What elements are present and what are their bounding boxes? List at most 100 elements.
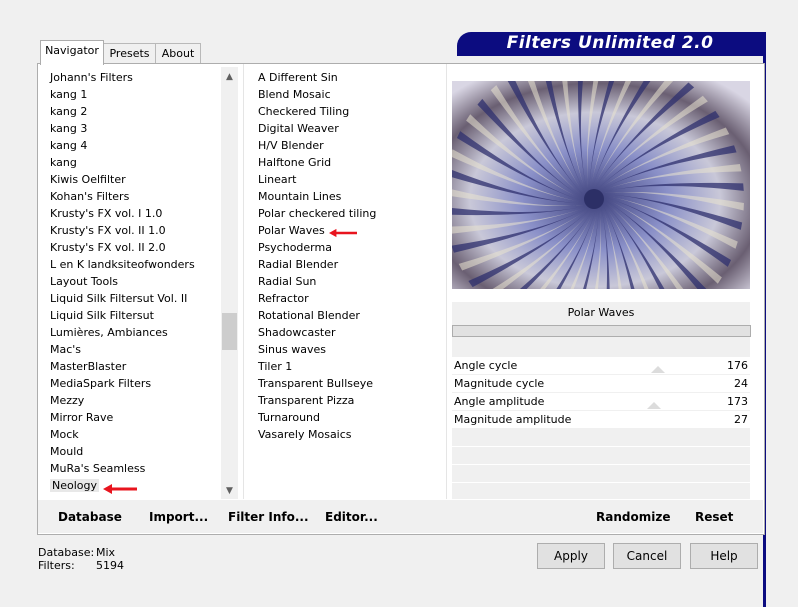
tab-presets[interactable]: Presets	[103, 43, 156, 64]
polar-waves-preview	[452, 81, 750, 289]
category-item[interactable]: kang 4	[50, 137, 220, 154]
category-item[interactable]: Mac's	[50, 341, 220, 358]
category-item[interactable]: Krusty's FX vol. II 1.0	[50, 222, 220, 239]
filter-item-label: Radial Blender	[258, 258, 339, 271]
filter-item[interactable]: Transparent Pizza	[258, 392, 438, 409]
param-label: Angle amplitude	[454, 395, 545, 408]
category-item[interactable]: Mock	[50, 426, 220, 443]
category-item-label: Mould	[50, 445, 84, 458]
database-button[interactable]: Database	[58, 510, 122, 524]
category-item-label: Layout Tools	[50, 275, 118, 288]
category-item[interactable]: Liquid Silk Filtersut Vol. II	[50, 290, 220, 307]
category-item[interactable]: Krusty's FX vol. I 1.0	[50, 205, 220, 222]
filter-item-label: Shadowcaster	[258, 326, 336, 339]
filter-item[interactable]: Transparent Bullseye	[258, 375, 438, 392]
tab-navigator[interactable]: Navigator	[40, 40, 104, 65]
list-separator	[243, 64, 244, 499]
import-button[interactable]: Import...	[149, 510, 208, 524]
red-arrow-annotation-icon	[329, 228, 357, 238]
category-item[interactable]: kang 1	[50, 86, 220, 103]
app-title-banner: Filters Unlimited 2.0	[457, 32, 763, 54]
filter-item[interactable]: A Different Sin	[258, 69, 438, 86]
category-item[interactable]: kang 2	[50, 103, 220, 120]
filter-item-label: Turnaround	[258, 411, 320, 424]
category-item[interactable]: kang	[50, 154, 220, 171]
filter-item-label: Lineart	[258, 173, 297, 186]
scroll-down-arrow-icon[interactable]: ▼	[221, 483, 238, 499]
category-list[interactable]: Johann's Filters kang 1 kang 2 kang 3 kang 4…	[50, 69, 220, 494]
filter-item[interactable]: Mountain Lines	[258, 188, 438, 205]
editor-button[interactable]: Editor...	[325, 510, 378, 524]
category-item[interactable]: L en K landksiteofwonders	[50, 256, 220, 273]
param-row-angle-cycle[interactable]: Angle cycle 176	[452, 357, 750, 374]
filter-item[interactable]: Vasarely Mosaics	[258, 426, 438, 443]
param-value: 24	[734, 377, 748, 390]
filter-item[interactable]: Lineart	[258, 171, 438, 188]
filter-item[interactable]: Polar checkered tiling	[258, 205, 438, 222]
filter-item-label: A Different Sin	[258, 71, 338, 84]
filter-item[interactable]: H/V Blender	[258, 137, 438, 154]
param-label: Magnitude cycle	[454, 377, 545, 390]
filter-item[interactable]: Halftone Grid	[258, 154, 438, 171]
red-arrow-annotation-icon	[103, 484, 137, 494]
category-item[interactable]: Kiwis Oelfilter	[50, 171, 220, 188]
category-item-label: Mirror Rave	[50, 411, 114, 424]
filter-item-label: Checkered Tiling	[258, 105, 350, 118]
filter-item[interactable]: Radial Sun	[258, 273, 438, 290]
database-info-value: Mix	[96, 546, 116, 559]
cancel-button[interactable]: Cancel	[613, 543, 681, 569]
param-divider	[452, 464, 750, 465]
param-row-magnitude-amplitude[interactable]: Magnitude amplitude 27	[452, 411, 750, 428]
param-row-magnitude-cycle[interactable]: Magnitude cycle 24	[452, 375, 750, 392]
filter-info-button[interactable]: Filter Info...	[228, 510, 309, 524]
filter-item[interactable]: Tiler 1	[258, 358, 438, 375]
category-item-label: Mock	[50, 428, 79, 441]
filter-item[interactable]: Rotational Blender	[258, 307, 438, 324]
param-row-angle-amplitude[interactable]: Angle amplitude 173	[452, 393, 750, 410]
filter-item[interactable]: Blend Mosaic	[258, 86, 438, 103]
scroll-up-arrow-icon[interactable]: ▲	[221, 69, 238, 85]
category-item[interactable]: kang 3	[50, 120, 220, 137]
category-scrollbar[interactable]	[221, 67, 238, 499]
filter-item-label: Transparent Pizza	[258, 394, 355, 407]
category-item-label: MediaSpark Filters	[50, 377, 152, 390]
category-item-label: Lumières, Ambiances	[50, 326, 168, 339]
category-item[interactable]: Mirror Rave	[50, 409, 220, 426]
help-button[interactable]: Help	[690, 543, 758, 569]
category-item[interactable]: Layout Tools	[50, 273, 220, 290]
filter-item[interactable]: Digital Weaver	[258, 120, 438, 137]
category-item[interactable]: Johann's Filters	[50, 69, 220, 86]
filter-item[interactable]: Shadowcaster	[258, 324, 438, 341]
param-label: Angle cycle	[454, 359, 518, 372]
scroll-thumb[interactable]	[222, 313, 237, 350]
category-item[interactable]: Mould	[50, 443, 220, 460]
reset-button[interactable]: Reset	[695, 510, 733, 524]
category-item[interactable]: Krusty's FX vol. II 2.0	[50, 239, 220, 256]
filter-item[interactable]: Psychoderma	[258, 239, 438, 256]
filter-item[interactable]: Sinus waves	[258, 341, 438, 358]
filter-item[interactable]: Checkered Tiling	[258, 103, 438, 120]
apply-button[interactable]: Apply	[537, 543, 605, 569]
category-item-label: Kohan's Filters	[50, 190, 130, 203]
category-item[interactable]: MasterBlaster	[50, 358, 220, 375]
category-item[interactable]: Kohan's Filters	[50, 188, 220, 205]
category-item[interactable]: Lumières, Ambiances	[50, 324, 220, 341]
randomize-button[interactable]: Randomize	[596, 510, 670, 524]
category-item[interactable]: MuRa's Seamless	[50, 460, 220, 477]
tab-about[interactable]: About	[155, 43, 201, 64]
filter-item-label: Radial Sun	[258, 275, 317, 288]
filter-item-label: Sinus waves	[258, 343, 326, 356]
filter-item[interactable]: Turnaround	[258, 409, 438, 426]
category-item[interactable]: Liquid Silk Filtersut	[50, 307, 220, 324]
filter-item[interactable]: Radial Blender	[258, 256, 438, 273]
param-value: 176	[727, 359, 748, 372]
param-progress-bar	[452, 325, 751, 337]
filter-list[interactable]: A Different Sin Blend Mosaic Checkered Til…	[258, 69, 438, 443]
category-item[interactable]: Mezzy	[50, 392, 220, 409]
list-separator	[446, 64, 447, 499]
category-item-label: Mac's	[50, 343, 82, 356]
filter-item[interactable]: Refractor	[258, 290, 438, 307]
category-item-label: Kiwis Oelfilter	[50, 173, 126, 186]
filter-preview-image	[452, 81, 750, 289]
category-item[interactable]: MediaSpark Filters	[50, 375, 220, 392]
